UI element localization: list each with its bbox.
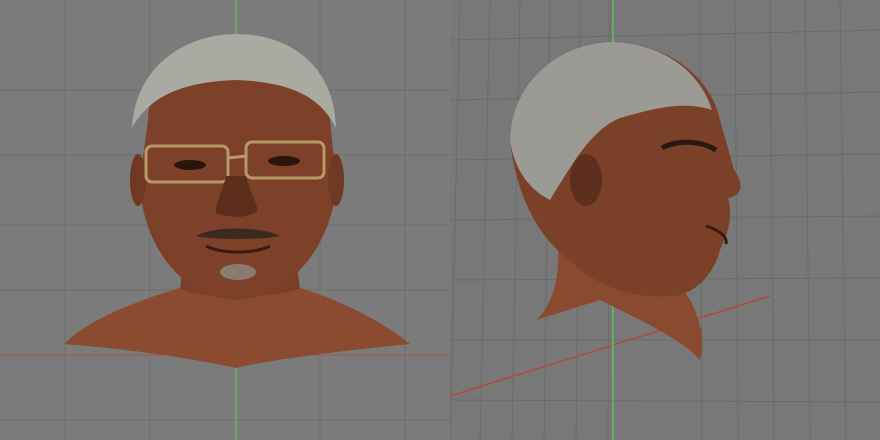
side-viewport-canvas[interactable] [450,0,880,440]
front-viewport-canvas[interactable] [0,0,450,440]
side-viewport[interactable] [450,0,880,440]
side-x-axis [450,295,771,397]
viewport-row [0,0,880,440]
head-model-side[interactable] [510,42,741,360]
head-model-front[interactable] [64,34,410,368]
front-viewport[interactable] [0,0,450,440]
